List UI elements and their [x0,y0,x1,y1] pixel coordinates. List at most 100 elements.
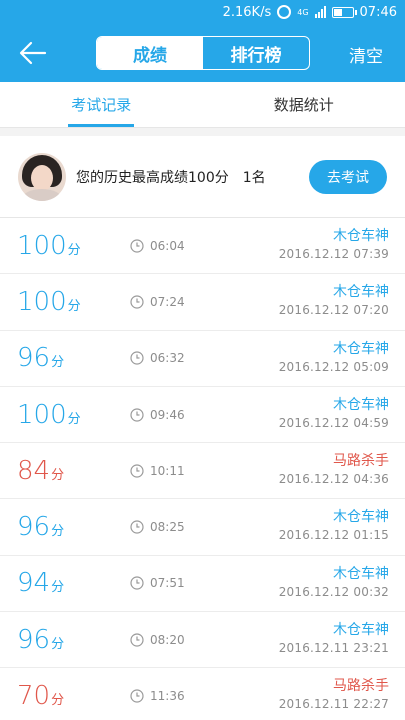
record-datetime: 2016.12.12 01:15 [278,528,389,543]
duration-value: 08:20 [150,632,185,647]
duration-value: 09:46 [150,407,185,422]
score-unit: 分 [51,580,65,596]
score: 96 分 [17,625,127,655]
signal-icon [314,6,326,18]
record-meta: 木仓车神 2016.12.12 00:32 [279,566,389,599]
clock-icon [130,520,144,534]
duration: 10:11 [130,443,185,498]
record-datetime: 2016.12.12 07:20 [278,303,389,318]
player-title: 马路杀手 [333,678,389,695]
score: 84 分 [17,456,127,486]
player-title: 木仓车神 [333,284,389,301]
list-item[interactable]: 70 分 11:36 马路杀手 2016.12.11 22:27 [0,668,405,720]
list-item[interactable]: 100 分 06:04 木仓车神 2016.12.12 07:39 [0,218,405,275]
clock-icon [130,576,144,591]
tab-data-statistics[interactable]: 数据统计 [203,82,405,127]
list-item[interactable]: 100 分 09:46 木仓车神 2016.12.12 04:59 [0,387,405,444]
record-meta: 马路杀手 2016.12.12 04:36 [279,453,389,486]
tab-exam-records[interactable]: 考试记录 [0,82,203,127]
status-bar: 2.16K/s 4G 07:46 [0,0,405,24]
clear-button[interactable]: 清空 [349,42,383,67]
clock-icon [130,351,144,365]
score-value: 96 [17,624,51,655]
record-datetime: 2016.12.12 04:59 [278,415,389,430]
record-datetime: 2016.12.11 23:21 [278,641,389,656]
profile-summary: 您的历史最高成绩100分 1名 去考试 [0,136,405,218]
network-speed: 2.16K/s [222,4,272,20]
record-meta: 木仓车神 2016.12.11 23:21 [279,622,389,655]
score-unit: 分 [67,242,81,258]
duration: 11:36 [130,668,185,720]
list-item[interactable]: 96 分 08:20 木仓车神 2016.12.11 23:21 [0,612,405,669]
duration: 08:20 [130,612,185,667]
score-unit: 分 [51,524,65,540]
list-item[interactable]: 96 分 06:32 木仓车神 2016.12.12 05:09 [0,331,405,387]
section-divider [0,128,405,136]
duration-value: 06:32 [150,351,185,366]
back-arrow-icon[interactable] [18,39,48,67]
list-item[interactable]: 96 分 08:25 木仓车神 2016.12.12 01:15 [0,499,405,556]
score-value: 84 [17,455,51,486]
score: 100 分 [17,287,127,317]
clock-icon [130,295,144,309]
rank-label: 1名 [242,169,266,186]
record-meta: 木仓车神 2016.12.12 07:20 [279,284,389,317]
list-item[interactable]: 100 分 07:24 木仓车神 2016.12.12 07:20 [0,274,405,331]
duration-value: 10:11 [150,463,185,478]
clock-icon [130,407,144,422]
duration: 09:46 [130,387,185,442]
segment-control: 成绩 排行榜 [96,36,310,70]
score-value: 94 [17,568,51,599]
score-value: 100 [17,230,67,261]
take-exam-button[interactable]: 去考试 [309,159,387,194]
record-datetime: 2016.12.12 00:32 [278,584,389,599]
duration: 08:25 [130,499,185,554]
duration-value: 07:51 [150,576,185,591]
score-value: 70 [17,681,51,712]
duration-value: 06:04 [150,238,185,253]
player-title: 木仓车神 [333,565,389,582]
record-meta: 木仓车神 2016.12.12 07:39 [279,228,389,261]
player-title: 木仓车神 [333,228,389,244]
tab-leaderboard[interactable]: 排行榜 [203,37,309,69]
record-datetime: 2016.12.12 05:09 [278,359,389,374]
duration: 06:04 [130,218,185,273]
tab-scores[interactable]: 成绩 [97,37,203,69]
duration: 07:24 [130,274,185,329]
record-datetime: 2016.12.12 04:36 [278,472,389,487]
player-title: 木仓车神 [333,396,389,413]
score-unit: 分 [67,411,81,427]
clock-time: 07:46 [359,4,397,20]
clock-icon [130,239,144,253]
record-meta: 木仓车神 2016.12.12 01:15 [279,509,389,542]
clock-icon [130,689,144,703]
battery-icon [331,6,357,18]
score: 96 分 [17,512,127,542]
clock-icon [130,633,144,647]
network-type: 4G [297,7,309,17]
list-item[interactable]: 94 分 07:51 木仓车神 2016.12.12 00:32 [0,556,405,613]
player-title: 马路杀手 [333,453,389,470]
header: 成绩 排行榜 清空 [0,24,405,82]
avatar[interactable] [18,152,66,201]
list-item[interactable]: 84 分 10:11 马路杀手 2016.12.12 04:36 [0,443,405,500]
best-score-label: 您的历史最高成绩100分 [76,169,229,186]
score-value: 96 [17,343,51,374]
score: 100 分 [17,400,127,430]
record-meta: 木仓车神 2016.12.12 05:09 [279,341,389,374]
score-value: 100 [17,399,67,430]
score-unit: 分 [51,636,65,652]
score-value: 96 [17,512,51,543]
record-datetime: 2016.12.11 22:27 [278,697,389,712]
score: 100 分 [17,231,127,261]
record-datetime: 2016.12.12 07:39 [278,247,389,261]
player-title: 木仓车神 [333,509,389,526]
score-unit: 分 [51,693,65,709]
score: 96 分 [17,343,127,373]
player-title: 木仓车神 [333,622,389,639]
player-title: 木仓车神 [333,340,389,357]
score-unit: 分 [67,298,81,314]
record-meta: 马路杀手 2016.12.11 22:27 [279,678,389,711]
duration: 07:51 [130,556,185,611]
score-unit: 分 [51,467,65,483]
